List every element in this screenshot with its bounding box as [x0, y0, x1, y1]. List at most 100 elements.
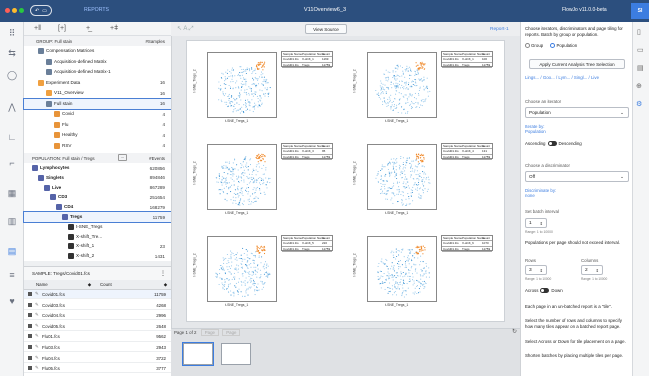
tsne-plot[interactable]: Sample Name Population Name Count Covid01.f…: [193, 49, 335, 127]
population-row[interactable]: X-shift_Tre...: [24, 232, 171, 242]
heart-icon[interactable]: ♥: [4, 294, 20, 308]
group-radio[interactable]: [525, 43, 530, 49]
grid-menu-icon[interactable]: ⠿: [4, 26, 20, 40]
report-label[interactable]: Report-1: [490, 27, 509, 32]
apply-selection-button[interactable]: Apply Current Analysis Tree Selection: [529, 59, 625, 69]
columns-stepper[interactable]: 2 ⇕: [581, 265, 603, 275]
document-icon[interactable]: ▯: [637, 28, 641, 36]
pointer-tool-icon[interactable]: ↖ A ⤢: [177, 25, 194, 33]
group-row[interactable]: Full stain 16: [23, 97, 172, 110]
stepper-icon[interactable]: ⇕: [540, 219, 543, 228]
name-column-header[interactable]: Name ◆: [24, 280, 98, 290]
group-row[interactable]: Acquisition-defined Matrix-1: [24, 67, 171, 77]
population-row[interactable]: X-shift_1 23: [24, 241, 171, 251]
file-icon[interactable]: ▭: [637, 46, 644, 54]
group-row[interactable]: V11_Overview 16: [24, 88, 171, 98]
pager-prev-button[interactable]: Page: [200, 329, 219, 336]
population-row[interactable]: CD3 251654: [24, 192, 171, 202]
table-row[interactable]: ✎ Covid04.fcs 2996: [24, 311, 171, 321]
pager-next-button[interactable]: Page: [222, 329, 241, 336]
row-checkbox[interactable]: [28, 313, 32, 318]
edit-icon[interactable]: ✎: [35, 355, 39, 361]
page-thumbnail-2[interactable]: [221, 343, 251, 365]
edit-icon[interactable]: ✎: [35, 323, 39, 329]
edit-icon[interactable]: ✎: [35, 344, 39, 350]
stepper-icon[interactable]: ⇕: [596, 266, 599, 275]
gating-icon[interactable]: ⌐: [4, 156, 20, 170]
table-row[interactable]: ✎ Flu04.fcs 3722: [24, 354, 171, 363]
group-row[interactable]: Experiment Data 16: [24, 78, 171, 88]
tab-reports[interactable]: REPORTS: [84, 7, 109, 13]
layout-icon[interactable]: ▤: [4, 244, 20, 258]
row-checkbox[interactable]: [28, 334, 32, 339]
table-row[interactable]: ✎ Flu05.fcs 3777: [24, 364, 171, 374]
edit-icon[interactable]: ✎: [35, 333, 39, 339]
row-checkbox[interactable]: [28, 323, 32, 328]
group-row[interactable]: Acquisition-defined Matrix: [24, 57, 171, 67]
zoom-window-icon[interactable]: [19, 8, 24, 13]
edit-icon[interactable]: ✎: [35, 291, 39, 297]
batch-interval-stepper[interactable]: 1 ⇕: [525, 218, 547, 228]
table-icon[interactable]: ▦: [4, 186, 20, 200]
population-row[interactable]: Tregs 11759: [23, 211, 172, 223]
row-checkbox[interactable]: [28, 366, 32, 371]
count-column-header[interactable]: Count ◆: [98, 280, 171, 290]
bivariate-icon[interactable]: ⇆: [4, 46, 20, 60]
refresh-icon[interactable]: ↻: [512, 328, 517, 335]
group-row[interactable]: Flu 4: [24, 120, 171, 130]
edit-icon[interactable]: ✎: [35, 365, 39, 371]
history-toggle[interactable]: ↶ ▭: [30, 5, 52, 16]
group-row[interactable]: RSV 4: [24, 141, 171, 151]
bar-chart-icon[interactable]: ▥: [4, 214, 20, 228]
placement-switch[interactable]: [540, 288, 550, 294]
population-radio[interactable]: [550, 43, 556, 49]
population-row[interactable]: Lymphocytes 620856: [24, 163, 171, 173]
sort-toggle[interactable]: [547, 141, 557, 147]
add-gate-tool-icon[interactable]: +̲: [86, 25, 90, 32]
minimize-window-icon[interactable]: [12, 8, 17, 13]
iterator-select[interactable]: Population ⌄: [525, 107, 629, 118]
tsne-plot[interactable]: Sample Name Population Name Count Covid01.f…: [193, 233, 335, 311]
population-row[interactable]: Singlets 894846: [24, 173, 171, 183]
population-row[interactable]: X-shift_2 1431: [24, 251, 171, 261]
table-row[interactable]: ✎ Covid05.fcs 2648: [24, 322, 171, 332]
table-view-icon[interactable]: ▤: [637, 64, 644, 72]
tsne-plot[interactable]: Sample Name Population Name Count Covid01.f…: [353, 49, 495, 127]
tsne-plot[interactable]: Sample Name Population Name Count Covid01.f…: [193, 141, 335, 219]
sort-icon[interactable]: ◆: [164, 282, 167, 288]
rows-stepper[interactable]: 3 ⇕: [525, 265, 547, 275]
population-row[interactable]: CD4 168279: [24, 202, 171, 212]
axis-icon[interactable]: ∟: [4, 130, 20, 144]
view-source-button[interactable]: View Source: [305, 24, 347, 34]
table-row[interactable]: ✎ Flu01.fcs 9562: [24, 332, 171, 342]
population-row[interactable]: Live 867289: [24, 183, 171, 193]
group-row[interactable]: Covid 4: [24, 109, 171, 119]
corner-button[interactable]: SI: [631, 3, 649, 19]
more-vert-icon[interactable]: ⋮: [160, 270, 166, 277]
table-row[interactable]: ✎ Covid03.fcs 4268: [24, 301, 171, 310]
close-window-icon[interactable]: [5, 8, 10, 13]
sample-icon[interactable]: ◯: [4, 68, 20, 82]
row-checkbox[interactable]: [28, 292, 32, 296]
add-tool-icon[interactable]: +ǁ: [34, 25, 41, 32]
row-checkbox[interactable]: [28, 302, 32, 307]
sort-icon[interactable]: ◆: [88, 282, 91, 288]
more-options-icon[interactable]: ···: [118, 154, 127, 161]
multi-add-tool-icon[interactable]: +ǂ: [110, 25, 118, 32]
settings-icon[interactable]: ⊕: [636, 82, 642, 90]
table-row[interactable]: ✎ Flu03.fcs 2943: [24, 343, 171, 353]
group-row[interactable]: Compensation Matrices: [24, 46, 171, 56]
histogram-icon[interactable]: ⋀: [4, 100, 20, 114]
tsne-plot[interactable]: Sample Name Population Name Count Covid01.f…: [353, 141, 495, 219]
discriminator-select[interactable]: Off ⌄: [525, 171, 629, 182]
population-breadcrumb[interactable]: Lings... / Goo... / Lym... / Singl... / …: [525, 75, 629, 81]
stepper-icon[interactable]: ⇕: [540, 266, 543, 275]
row-checkbox[interactable]: [28, 345, 32, 349]
table-row[interactable]: ✎ Covid01.fcs 11759: [24, 290, 171, 300]
group-row[interactable]: Healthy 4: [24, 130, 171, 140]
edit-icon[interactable]: ✎: [35, 302, 39, 308]
page-thumbnail-1[interactable]: [182, 342, 214, 366]
row-checkbox[interactable]: [28, 355, 32, 360]
gear-icon[interactable]: ⚙: [636, 100, 642, 108]
bracket-tool-icon[interactable]: [+]: [58, 25, 66, 32]
